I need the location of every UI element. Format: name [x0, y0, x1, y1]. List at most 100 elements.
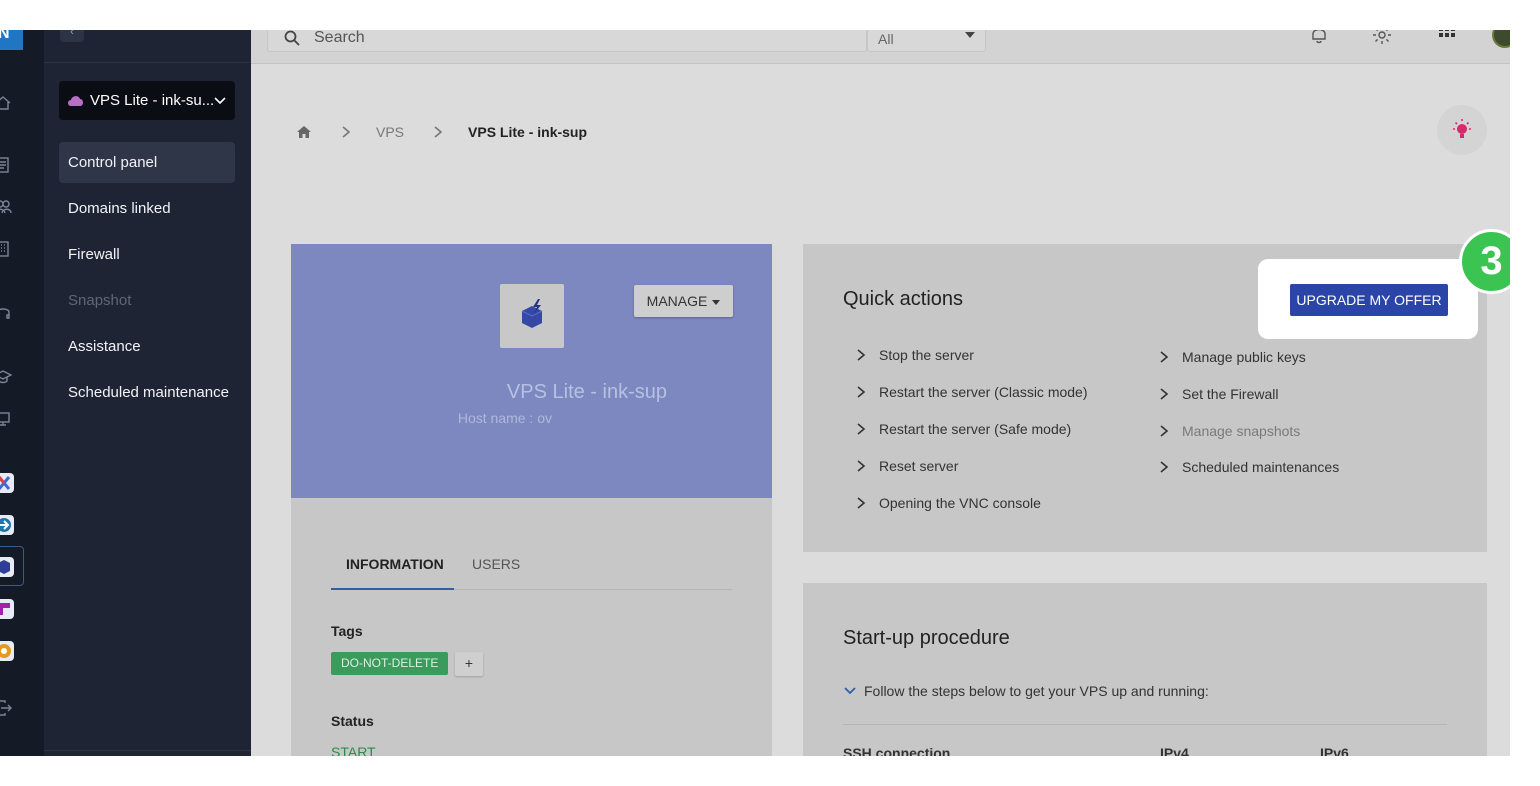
building-icon[interactable] [0, 240, 12, 258]
chevron-right-icon [857, 386, 866, 398]
action-manage-public-keys[interactable]: Manage public keys [1146, 347, 1306, 367]
cloud-icon [68, 96, 83, 106]
gear-icon[interactable] [1371, 30, 1393, 46]
breadcrumb: VPS VPS Lite - ink-sup [296, 122, 587, 142]
lightbulb-button[interactable] [1437, 105, 1487, 155]
add-tag-button[interactable]: + [455, 652, 483, 676]
chevron-right-icon [434, 126, 443, 138]
support-icon[interactable] [0, 304, 12, 322]
column-ssh-connection: SSH connection [843, 745, 951, 756]
caret-down-icon [965, 32, 975, 38]
tag-badge[interactable]: DO-NOT-DELETE [331, 652, 449, 675]
sidebar-divider [44, 62, 251, 63]
product-sidebar: ‹ VPS Lite - ink-su... Control panel Dom… [44, 30, 251, 756]
product-tabs: INFORMATION USERS [331, 544, 732, 590]
tags-label: Tags [331, 623, 363, 639]
action-label: Scheduled maintenances [1182, 459, 1340, 475]
action-label: Restart the server (Classic mode) [879, 384, 1088, 400]
product-selector-label: VPS Lite - ink-su... [90, 92, 215, 109]
collapse-sidebar-button[interactable]: ‹ [60, 30, 84, 42]
chevron-right-icon [1160, 461, 1169, 473]
manage-label: MANAGE [646, 293, 708, 309]
action-restart-classic[interactable]: Restart the server (Classic mode) [843, 382, 1088, 402]
user-avatar[interactable] [1492, 30, 1510, 48]
chevron-right-icon [857, 423, 866, 435]
graduation-icon[interactable] [0, 368, 13, 386]
product-hero: MANAGE VPS Lite - ink-sup Host name : ov [291, 244, 772, 498]
column-ipv6: IPv6 [1320, 745, 1349, 756]
app-x-icon[interactable] [0, 473, 14, 493]
action-label: Manage public keys [1182, 349, 1306, 365]
chevron-right-icon [857, 460, 866, 472]
chevron-down-icon [844, 687, 856, 695]
top-bar: Search All [251, 30, 1510, 64]
product-name: VPS Lite - ink-sup [506, 381, 667, 403]
active-tab-indicator [331, 588, 454, 590]
search-icon [284, 30, 300, 46]
breadcrumb-vps[interactable]: VPS [376, 124, 404, 140]
brand-logo[interactable]: N [0, 30, 23, 50]
sidebar-item-firewall[interactable]: Firewall [59, 234, 235, 275]
startup-procedure-card: Start-up procedure Follow the steps belo… [803, 583, 1487, 756]
action-label: Opening the VNC console [879, 495, 1041, 511]
status-value: START [331, 744, 376, 756]
product-card: MANAGE VPS Lite - ink-sup Host name : ov… [291, 244, 772, 756]
chevron-right-icon [1160, 425, 1169, 437]
action-label: Stop the server [879, 347, 974, 363]
app-mail-icon[interactable] [0, 515, 14, 535]
manage-dropdown-button[interactable]: MANAGE [634, 285, 733, 317]
search-filter-select[interactable]: All [867, 30, 986, 52]
tab-information[interactable]: INFORMATION [346, 556, 444, 572]
breadcrumb-current: VPS Lite - ink-sup [468, 124, 588, 140]
lightbulb-icon [1453, 119, 1471, 138]
app-vps-icon[interactable] [0, 557, 14, 577]
product-selector[interactable]: VPS Lite - ink-su... [59, 81, 235, 120]
sidebar-item-control-panel[interactable]: Control panel [59, 142, 235, 183]
action-scheduled-maintenances[interactable]: Scheduled maintenances [1146, 457, 1339, 477]
action-label: Set the Firewall [1182, 386, 1279, 402]
action-set-firewall[interactable]: Set the Firewall [1146, 384, 1278, 404]
action-restart-safe[interactable]: Restart the server (Safe mode) [843, 419, 1071, 439]
quick-actions-title: Quick actions [843, 288, 964, 310]
chevron-right-icon [1160, 388, 1169, 400]
startup-steps-text: Follow the steps below to get your VPS u… [864, 683, 1209, 699]
app-drive-icon[interactable] [0, 641, 14, 661]
sidebar-bottom-divider [44, 750, 251, 751]
sidebar-item-assistance[interactable]: Assistance [59, 326, 235, 367]
startup-divider [843, 724, 1447, 725]
chevron-right-icon [1160, 351, 1169, 363]
caret-down-icon [712, 299, 721, 305]
sidebar-item-domains-linked[interactable]: Domains linked [59, 188, 235, 229]
chevron-right-icon [857, 349, 866, 361]
apps-grid-icon[interactable] [1436, 30, 1458, 46]
bell-icon[interactable] [1308, 30, 1330, 46]
users-icon[interactable] [0, 198, 12, 216]
sidebar-item-scheduled-maintenance[interactable]: Scheduled maintenance [59, 372, 235, 413]
upgrade-offer-button[interactable]: UPGRADE MY OFFER [1290, 284, 1448, 316]
invoice-icon[interactable] [0, 156, 12, 174]
startup-steps-toggle[interactable]: Follow the steps below to get your VPS u… [843, 683, 1209, 699]
home-icon[interactable] [0, 94, 12, 112]
sidebar-item-snapshot[interactable]: Snapshot [59, 280, 235, 321]
action-stop-server[interactable]: Stop the server [843, 345, 974, 365]
app-window: N ‹ VPS Lite - ink-su... Control panel D… [0, 30, 1510, 756]
search-placeholder: Search [314, 30, 365, 46]
action-manage-snapshots[interactable]: Manage snapshots [1146, 421, 1300, 441]
chevron-right-icon [342, 126, 351, 138]
home-icon[interactable] [296, 124, 312, 140]
action-label: Restart the server (Safe mode) [879, 421, 1072, 437]
search-filter-value: All [878, 31, 894, 47]
search-input[interactable]: Search [267, 30, 867, 52]
app-swiss-icon[interactable] [0, 599, 14, 619]
startup-title: Start-up procedure [843, 627, 1010, 649]
tab-users[interactable]: USERS [472, 556, 520, 572]
action-vnc-console[interactable]: Opening the VNC console [843, 493, 1041, 513]
action-label: Reset server [879, 458, 959, 474]
action-reset-server[interactable]: Reset server [843, 456, 958, 476]
chevron-down-icon [214, 97, 226, 105]
icon-rail: N [0, 30, 44, 756]
chevron-right-icon [857, 497, 866, 509]
logout-icon[interactable] [0, 699, 12, 717]
vps-product-icon [500, 284, 564, 348]
devices-icon[interactable] [0, 410, 12, 428]
